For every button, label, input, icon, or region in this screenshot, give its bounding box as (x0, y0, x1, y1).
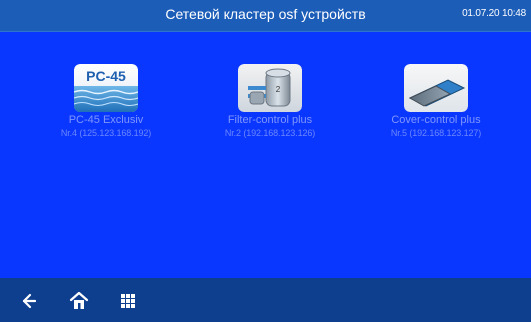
device-address: Nr.4 (125.123.168.192) (60, 128, 152, 138)
back-arrow-icon[interactable] (16, 289, 40, 313)
device-name: Filter-control plus (227, 114, 313, 126)
device-area: PC-45 PC-45 Exclusiv Nr.4 (125.123.168.1… (0, 32, 531, 278)
pc45-icon: PC-45 (74, 64, 138, 112)
header-bar: Сетевой кластер osf устройств 01.07.20 1… (0, 0, 531, 32)
grid-menu-icon[interactable] (116, 289, 140, 313)
footer-bar (0, 278, 531, 322)
filter-icon-label: 2 (276, 85, 281, 94)
device-filter-control[interactable]: 2 Filter-control plus Nr.2 (192.168.123.… (202, 64, 338, 139)
device-pc45[interactable]: PC-45 PC-45 Exclusiv Nr.4 (125.123.168.1… (38, 64, 174, 139)
device-cover-control[interactable]: Cover-control plus Nr.5 (192.168.123.127… (368, 64, 504, 139)
pc45-icon-label: PC-45 (86, 68, 126, 84)
date-time: 01.07.20 10:48 (462, 8, 526, 19)
device-address: Nr.2 (192.168.123.126) (224, 128, 316, 138)
filter-tank-icon: 2 (238, 64, 302, 112)
pool-cover-icon (404, 64, 468, 112)
page-title: Сетевой кластер osf устройств (165, 6, 366, 22)
device-name: PC-45 Exclusiv (68, 114, 144, 126)
device-address: Nr.5 (192.168.123.127) (390, 128, 482, 138)
device-name: Cover-control plus (391, 114, 481, 126)
home-icon[interactable] (67, 289, 91, 313)
